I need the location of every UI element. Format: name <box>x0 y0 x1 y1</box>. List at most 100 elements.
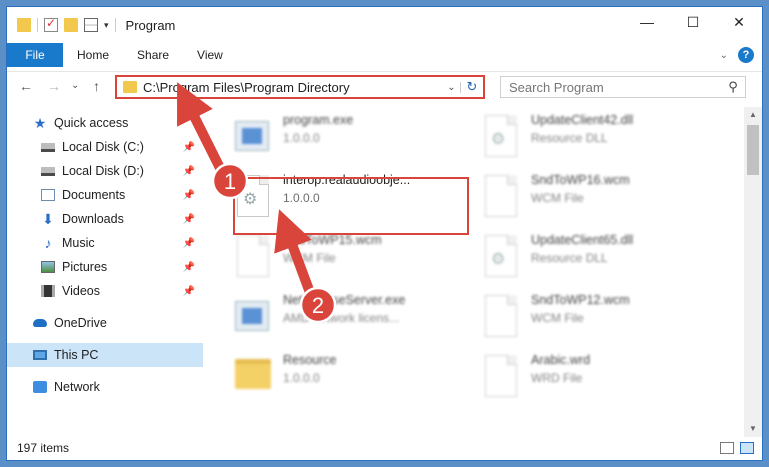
sidebar-item-label: Local Disk (D:) <box>62 164 144 178</box>
file-detail: 1.0.0.0 <box>283 131 320 145</box>
computer-icon <box>33 350 47 360</box>
sidebar-item-label: OneDrive <box>54 316 107 330</box>
disk-icon <box>41 142 55 152</box>
file-name: Resource <box>283 353 337 367</box>
cloud-icon <box>33 319 47 327</box>
file-icon <box>231 233 275 281</box>
sidebar-item-local-disk-d[interactable]: Local Disk (D:) 📌 <box>7 159 203 183</box>
scroll-thumb[interactable] <box>747 125 759 175</box>
folder-icon <box>123 81 137 93</box>
view-switcher <box>720 442 754 454</box>
sidebar-item-label: This PC <box>54 348 99 362</box>
back-button[interactable]: ← <box>19 78 33 94</box>
pin-icon[interactable]: 📌 <box>183 190 195 201</box>
title-bar: ▾ Program — ☐ ✕ <box>7 7 762 43</box>
details-view-icon[interactable] <box>720 442 734 454</box>
search-input[interactable] <box>509 79 721 95</box>
sidebar-item-videos[interactable]: Videos 📌 <box>7 279 203 303</box>
pin-icon[interactable]: 📌 <box>183 166 195 177</box>
scroll-down-icon[interactable]: ▼ <box>744 421 762 437</box>
refresh-icon[interactable]: ↻ <box>461 79 483 95</box>
dll-icon: ⚙ <box>479 233 523 281</box>
file-detail: WCM File <box>283 251 336 265</box>
navigation-bar: ← → ⌄ ↑ C:\Program Files\Program Directo… <box>7 71 762 101</box>
tab-share[interactable]: Share <box>123 43 183 67</box>
properties-check-icon[interactable] <box>44 16 58 32</box>
new-folder-icon[interactable] <box>64 18 78 32</box>
exe-icon <box>231 113 275 161</box>
divider <box>114 18 116 32</box>
tab-home[interactable]: Home <box>63 43 123 67</box>
pictures-icon <box>41 261 55 273</box>
address-bar[interactable]: C:\Program Files\Program Directory ⌄ ↻ <box>115 75 485 99</box>
list-item[interactable]: SndToWP12.wcm WCM File <box>479 293 719 345</box>
maximize-button[interactable]: ☐ <box>670 7 716 37</box>
window-title: Program <box>125 17 176 33</box>
file-detail: WCM File <box>531 311 584 325</box>
search-box[interactable]: ⚲ <box>500 76 746 98</box>
dll-icon: ⚙ <box>479 113 523 161</box>
help-icon[interactable]: ? <box>738 47 754 63</box>
tiles-view-icon[interactable] <box>740 442 754 454</box>
file-name: SndToWP12.wcm <box>531 293 630 307</box>
sidebar-item-downloads[interactable]: ⬇ Downloads 📌 <box>7 207 203 231</box>
list-item[interactable]: NetLicenseServer.exe AMD network licens..… <box>231 293 471 345</box>
item-count: 197 items <box>17 441 70 455</box>
pin-icon[interactable]: 📌 <box>183 142 195 153</box>
sidebar-item-label: Quick access <box>54 116 129 130</box>
pin-icon[interactable]: 📌 <box>183 262 195 273</box>
qat-dropdown-icon[interactable]: ▾ <box>104 20 109 31</box>
download-icon: ⬇ <box>42 210 54 227</box>
forward-button[interactable]: → <box>47 78 61 94</box>
list-item[interactable]: ⚙ UpdateClient65.dll Resource DLL <box>479 233 719 285</box>
sidebar-item-quick-access[interactable]: ★ Quick access <box>7 111 203 135</box>
network-icon <box>33 381 47 393</box>
window-controls: — ☐ ✕ <box>624 7 762 37</box>
file-detail: WCM File <box>531 191 584 205</box>
expand-ribbon-icon[interactable]: ⌄ <box>720 50 728 61</box>
file-detail: WRD File <box>531 371 583 385</box>
sidebar-item-local-disk-c[interactable]: Local Disk (C:) 📌 <box>7 135 203 159</box>
recent-locations-button[interactable]: ⌄ <box>71 80 79 91</box>
file-detail: 1.0.0.0 <box>283 371 320 385</box>
sidebar-item-this-pc[interactable]: This PC <box>7 343 203 367</box>
scroll-up-icon[interactable]: ▲ <box>744 107 762 123</box>
close-button[interactable]: ✕ <box>716 7 762 37</box>
music-icon: ♪ <box>44 235 52 251</box>
list-item[interactable]: Arabic.wrd WRD File <box>479 353 719 405</box>
quick-access-toolbar: ▾ <box>7 16 116 32</box>
list-item[interactable]: SndToWP15.wcm WCM File <box>231 233 471 285</box>
list-item[interactable]: SndToWP16.wcm WCM File <box>479 173 719 225</box>
list-item[interactable]: ⚙ UpdateClient42.dll Resource DLL <box>479 113 719 165</box>
vertical-scrollbar[interactable]: ▲ ▼ <box>744 107 762 437</box>
pin-icon[interactable]: 📌 <box>183 214 195 225</box>
sidebar-item-network[interactable]: Network <box>7 375 203 399</box>
exe-icon <box>231 293 275 341</box>
file-icon <box>479 353 523 401</box>
file-detail: AMD network licens... <box>283 311 400 325</box>
file-name: Arabic.wrd <box>531 353 591 367</box>
file-name: UpdateClient65.dll <box>531 233 634 247</box>
list-item[interactable]: Resource 1.0.0.0 <box>231 353 471 405</box>
sidebar-item-label: Documents <box>62 188 126 202</box>
customize-icon[interactable] <box>84 18 98 32</box>
tab-file[interactable]: File <box>7 43 63 67</box>
address-path[interactable]: C:\Program Files\Program Directory <box>143 80 443 95</box>
search-icon[interactable]: ⚲ <box>721 79 745 95</box>
divider <box>37 18 38 32</box>
videos-icon <box>41 285 55 297</box>
up-button[interactable]: ↑ <box>93 78 100 94</box>
navigation-pane: ★ Quick access Local Disk (C:) 📌 Local D… <box>7 107 207 427</box>
tab-view[interactable]: View <box>183 43 237 67</box>
address-dropdown-icon[interactable]: ⌄ <box>443 81 461 93</box>
file-icon <box>479 293 523 341</box>
pin-icon[interactable]: 📌 <box>183 286 195 297</box>
sidebar-item-music[interactable]: ♪ Music 📌 <box>7 231 203 255</box>
sidebar-item-documents[interactable]: Documents 📌 <box>7 183 203 207</box>
list-item[interactable]: program.exe 1.0.0.0 <box>231 113 471 165</box>
pin-icon[interactable]: 📌 <box>183 238 195 249</box>
sidebar-item-onedrive[interactable]: OneDrive <box>7 311 203 335</box>
sidebar-item-pictures[interactable]: Pictures 📌 <box>7 255 203 279</box>
minimize-button[interactable]: — <box>624 7 670 37</box>
ribbon-right: ⌄ ? <box>720 47 754 63</box>
